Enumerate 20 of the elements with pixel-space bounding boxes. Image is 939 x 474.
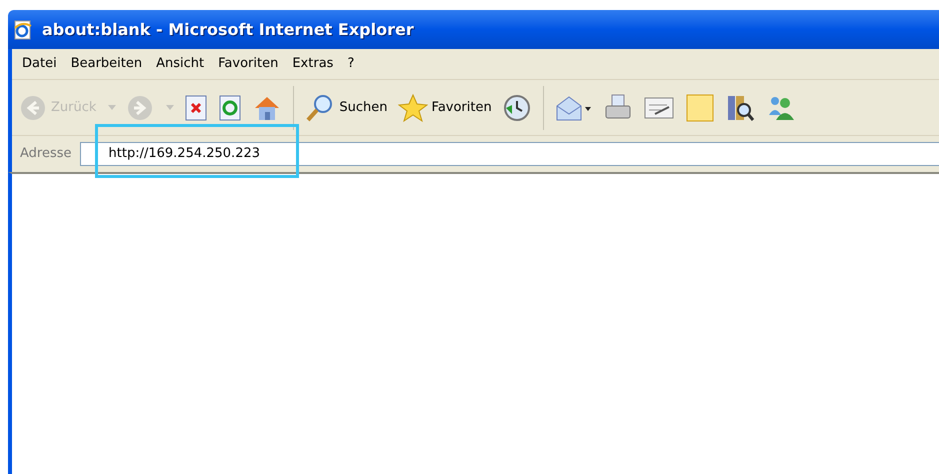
menu-item[interactable]: Datei (16, 54, 63, 74)
favorites-button[interactable]: Favoriten (394, 86, 495, 130)
address-label: Adresse (19, 145, 73, 164)
menu-item[interactable]: Bearbeiten (64, 54, 148, 74)
stop-icon (184, 94, 208, 120)
star-icon (398, 92, 428, 122)
note-icon (684, 92, 715, 122)
dropdown-caret-icon (166, 105, 174, 110)
dropdown-caret-icon (108, 105, 116, 110)
window-title: about:blank - Microsoft Internet Explorer (42, 18, 414, 40)
notepad-icon (642, 94, 675, 120)
search-button[interactable]: Suchen (302, 86, 391, 130)
menu-item[interactable]: ? (341, 54, 360, 74)
address-field[interactable]: http://169.254.250.223 (80, 142, 939, 166)
menu-item[interactable]: Favoriten (212, 54, 284, 74)
browser-logo-icon (12, 18, 34, 40)
clock-icon (502, 92, 532, 122)
menu-item[interactable]: Ansicht (150, 54, 210, 74)
menu-item[interactable]: Extras (286, 54, 340, 74)
envelope-icon (554, 94, 593, 122)
